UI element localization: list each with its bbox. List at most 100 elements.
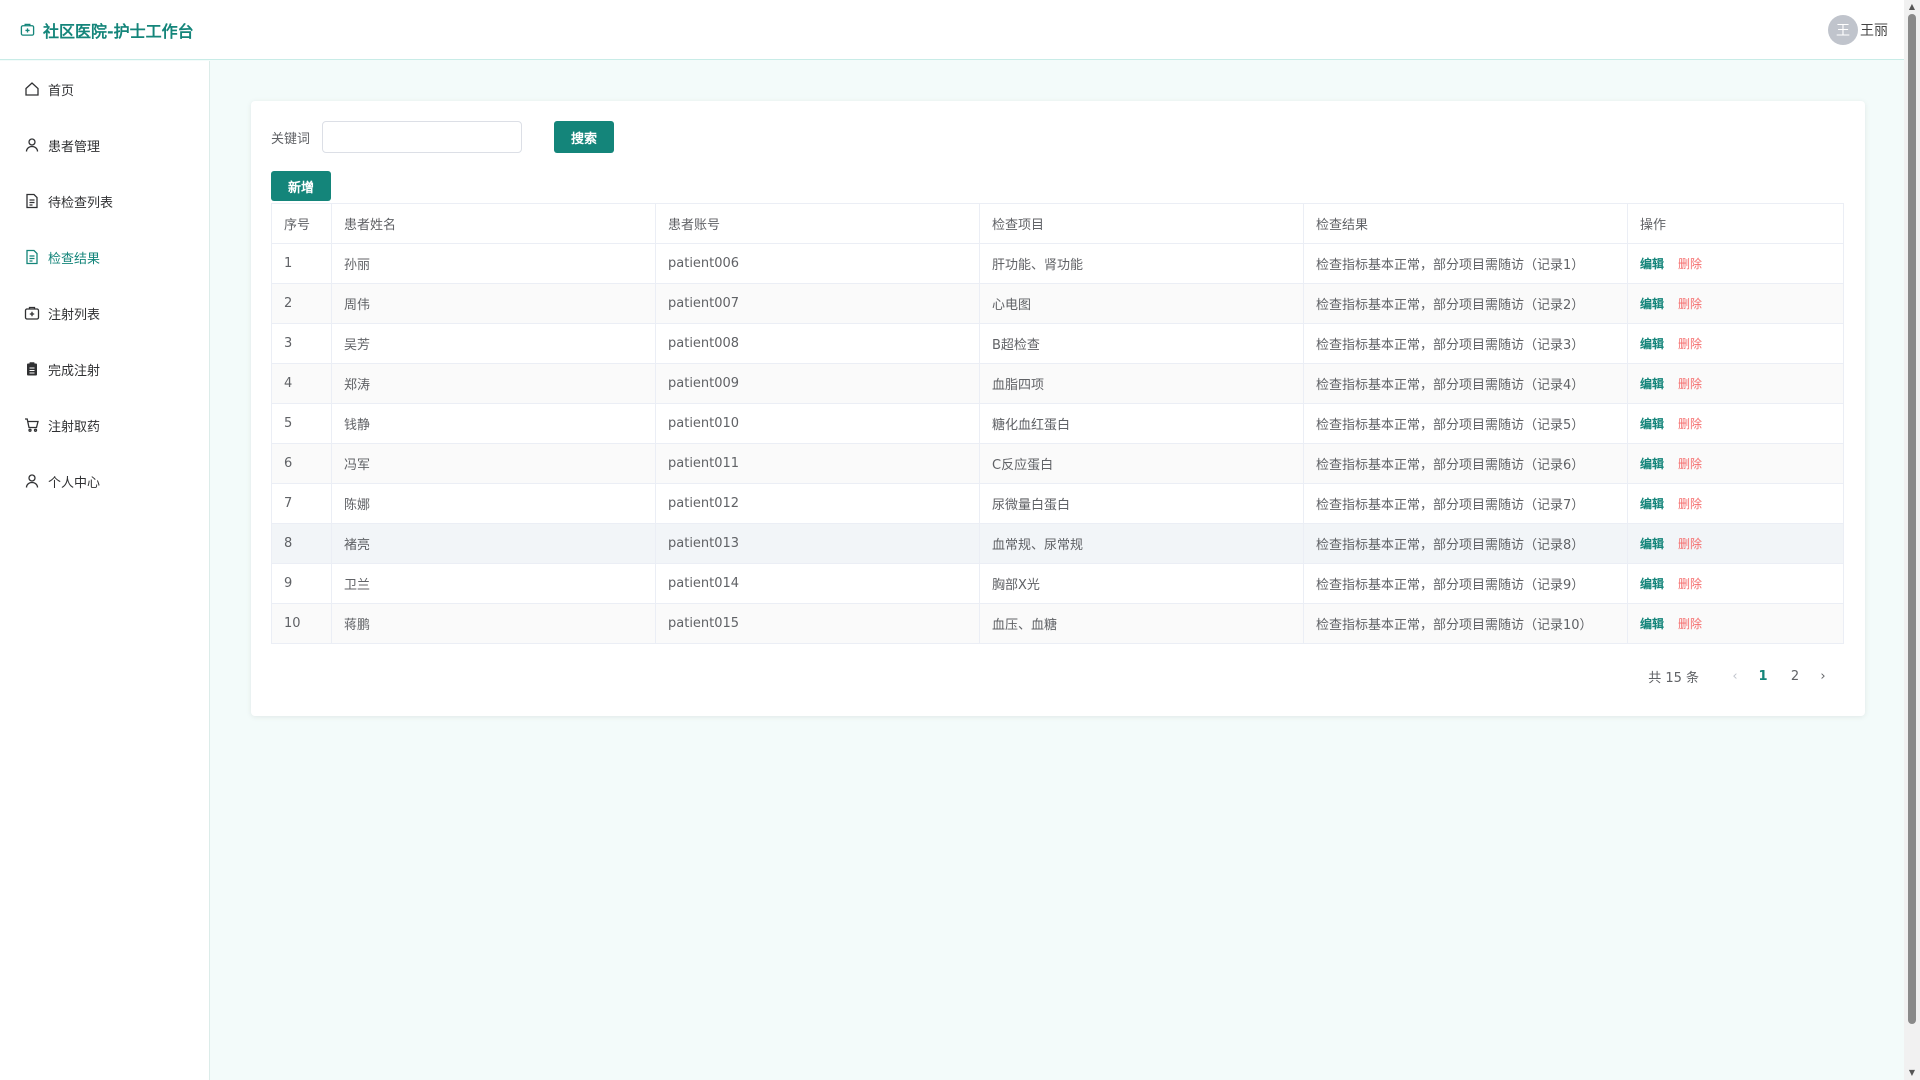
edit-button[interactable]: 编辑 (1640, 257, 1664, 271)
delete-button[interactable]: 删除 (1678, 497, 1702, 511)
column-header-index: 序号 (271, 203, 332, 244)
sidebar-item-pending-exams[interactable]: 待检查列表 (0, 173, 209, 229)
cell-index: 6 (271, 443, 332, 484)
cell-index: 10 (271, 603, 332, 644)
edit-button[interactable]: 编辑 (1640, 617, 1664, 631)
sidebar-item-home[interactable]: 首页 (0, 61, 209, 117)
user-icon (25, 474, 39, 488)
user-icon (25, 138, 39, 152)
scroll-thumb[interactable] (1908, 14, 1916, 1024)
column-header-actions: 操作 (1627, 203, 1844, 244)
cell-patient-name: 孙丽 (331, 243, 656, 284)
table-row: 4 郑涛 patient009 血脂四项 检查指标基本正常，部分项目需随访（记录… (271, 363, 1844, 404)
sidebar-item-completed-injections[interactable]: 完成注射 (0, 341, 209, 397)
cell-actions: 编辑 删除 (1627, 403, 1844, 444)
results-table: 序号 患者姓名 患者账号 检查项目 检查结果 操作 1 孙丽 patient00… (271, 203, 1844, 644)
cell-exam-result: 检查指标基本正常，部分项目需随访（记录9） (1303, 563, 1628, 604)
page-2[interactable]: 2 (1779, 669, 1811, 684)
cell-actions: 编辑 删除 (1627, 523, 1844, 564)
cell-exam-result: 检查指标基本正常，部分项目需随访（记录6） (1303, 443, 1628, 484)
cell-exam-item: 心电图 (979, 283, 1304, 324)
cell-patient-account: patient015 (655, 603, 980, 644)
pagination: 共 15 条 ‹ 1 2 › (1648, 667, 1835, 686)
column-header-patient-account: 患者账号 (655, 203, 980, 244)
cell-exam-item: B超检查 (979, 323, 1304, 364)
pagination-total: 共 15 条 (1648, 671, 1699, 686)
add-button[interactable]: 新增 (271, 171, 331, 201)
delete-button[interactable]: 删除 (1678, 537, 1702, 551)
sidebar-item-profile[interactable]: 个人中心 (0, 453, 209, 509)
delete-button[interactable]: 删除 (1678, 257, 1702, 271)
delete-button[interactable]: 删除 (1678, 377, 1702, 391)
edit-button[interactable]: 编辑 (1640, 497, 1664, 511)
edit-button[interactable]: 编辑 (1640, 377, 1664, 391)
brand: 社区医院-护士工作台 (20, 18, 194, 42)
delete-button[interactable]: 删除 (1678, 337, 1702, 351)
delete-button[interactable]: 删除 (1678, 417, 1702, 431)
cell-index: 5 (271, 403, 332, 444)
user-menu[interactable]: 王 王丽 (1828, 14, 1888, 45)
edit-button[interactable]: 编辑 (1640, 537, 1664, 551)
cell-index: 2 (271, 283, 332, 324)
sidebar-item-label: 患者管理 (48, 139, 101, 155)
cell-exam-result: 检查指标基本正常，部分项目需随访（记录2） (1303, 283, 1628, 324)
prev-page-icon[interactable]: ‹ (1723, 669, 1747, 684)
cell-index: 4 (271, 363, 332, 404)
cell-exam-result: 检查指标基本正常，部分项目需随访（记录7） (1303, 483, 1628, 524)
edit-button[interactable]: 编辑 (1640, 337, 1664, 351)
table-row: 2 周伟 patient007 心电图 检查指标基本正常，部分项目需随访（记录2… (271, 283, 1844, 324)
cell-actions: 编辑 删除 (1627, 483, 1844, 524)
cell-exam-item: 胸部X光 (979, 563, 1304, 604)
cell-patient-name: 郑涛 (331, 363, 656, 404)
cell-index: 3 (271, 323, 332, 364)
sidebar-item-patients[interactable]: 患者管理 (0, 117, 209, 173)
sidebar-item-label: 个人中心 (48, 475, 101, 491)
next-page-icon[interactable]: › (1811, 669, 1835, 684)
cell-exam-result: 检查指标基本正常，部分项目需随访（记录1） (1303, 243, 1628, 284)
cell-exam-result: 检查指标基本正常，部分项目需随访（记录10） (1303, 603, 1628, 644)
cell-patient-account: patient013 (655, 523, 980, 564)
edit-button[interactable]: 编辑 (1640, 417, 1664, 431)
page-scrollbar[interactable]: ▲ ▼ (1904, 0, 1920, 1080)
search-input[interactable] (322, 121, 523, 153)
delete-button[interactable]: 删除 (1678, 297, 1702, 311)
search-button[interactable]: 搜索 (554, 121, 615, 153)
scroll-down-icon[interactable]: ▼ (1904, 1066, 1920, 1080)
sidebar-item-label: 待检查列表 (48, 195, 114, 211)
page-1[interactable]: 1 (1747, 669, 1779, 684)
cell-exam-item: C反应蛋白 (979, 443, 1304, 484)
cell-exam-item: 血压、血糖 (979, 603, 1304, 644)
table-row: 9 卫兰 patient014 胸部X光 检查指标基本正常，部分项目需随访（记录… (271, 563, 1844, 604)
cell-patient-name: 卫兰 (331, 563, 656, 604)
delete-button[interactable]: 删除 (1678, 617, 1702, 631)
delete-button[interactable]: 删除 (1678, 577, 1702, 591)
sidebar-item-label: 注射列表 (48, 307, 101, 323)
sidebar-item-exam-results[interactable]: 检查结果 (0, 229, 209, 285)
cell-patient-name: 冯军 (331, 443, 656, 484)
clipboard-icon (27, 362, 37, 376)
cell-patient-name: 陈娜 (331, 483, 656, 524)
avatar[interactable]: 王 (1828, 14, 1858, 45)
edit-button[interactable]: 编辑 (1640, 457, 1664, 471)
table-row: 7 陈娜 patient012 尿微量白蛋白 检查指标基本正常，部分项目需随访（… (271, 483, 1844, 524)
column-header-exam-item: 检查项目 (979, 203, 1304, 244)
delete-button[interactable]: 删除 (1678, 457, 1702, 471)
table-row: 3 吴芳 patient008 B超检查 检查指标基本正常，部分项目需随访（记录… (271, 323, 1844, 364)
sidebar-item-injection-pickup[interactable]: 注射取药 (0, 397, 209, 453)
top-header: 社区医院-护士工作台 王 王丽 (0, 0, 1904, 60)
edit-button[interactable]: 编辑 (1640, 297, 1664, 311)
first-aid-icon (24, 306, 40, 320)
sidebar-item-injection-list[interactable]: 注射列表 (0, 285, 209, 341)
edit-button[interactable]: 编辑 (1640, 577, 1664, 591)
cell-patient-account: patient008 (655, 323, 980, 364)
home-icon (25, 82, 39, 96)
first-aid-kit-icon (20, 23, 35, 36)
cell-exam-result: 检查指标基本正常，部分项目需随访（记录8） (1303, 523, 1628, 564)
table-row: 10 蒋鹏 patient015 血压、血糖 检查指标基本正常，部分项目需随访（… (271, 603, 1844, 644)
cell-patient-account: patient009 (655, 363, 980, 404)
cell-exam-result: 检查指标基本正常，部分项目需随访（记录4） (1303, 363, 1628, 404)
user-name[interactable]: 王丽 (1860, 20, 1888, 40)
scroll-up-icon[interactable]: ▲ (1904, 0, 1920, 14)
table-header-row: 序号 患者姓名 患者账号 检查项目 检查结果 操作 (271, 203, 1844, 244)
cell-patient-name: 周伟 (331, 283, 656, 324)
